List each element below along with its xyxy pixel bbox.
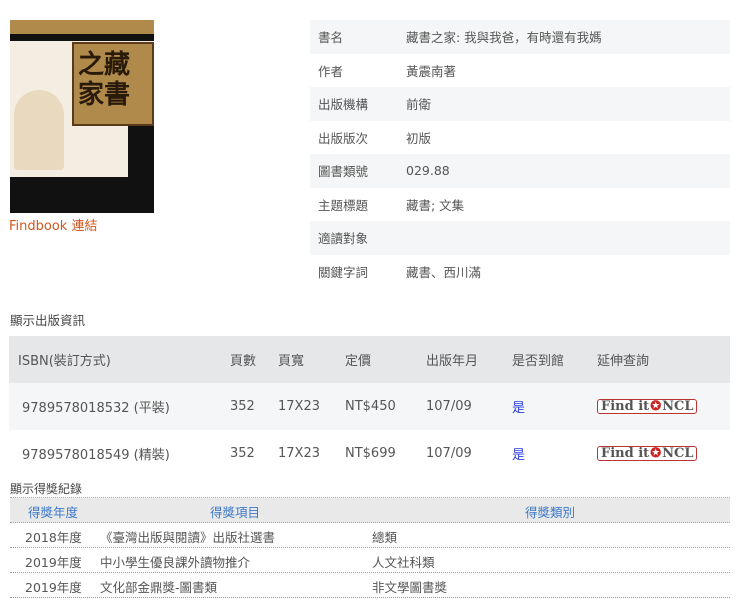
table-row: 9789578018549 (精裝) 352 17X23 NT$699 107/…	[9, 430, 730, 477]
info-row: 出版版次 初版	[310, 121, 730, 155]
table-row: 2019年度 中小學生優良課外讀物推介 人文社科類	[10, 548, 730, 573]
pub-date: 107/09	[426, 446, 472, 461]
cover-illustration	[14, 90, 64, 170]
isbn: 9789578018549 (精裝)	[22, 448, 170, 463]
publication-section-toggle[interactable]: 顯示出版資訊	[10, 310, 85, 329]
ncl-logo-icon: ✪	[650, 399, 662, 414]
table-row: 2019年度 文化部金鼎獎-圖書類 非文學圖書獎	[10, 573, 730, 598]
col-header: 頁寬	[278, 354, 305, 369]
award-item: 文化部金鼎獎-圖書類	[100, 580, 218, 595]
book-info-table: 書名 藏書之家: 我與我爸，有時還有我媽 作者 黃震南著 出版機構 前衛 出版版次 初版…	[310, 20, 730, 288]
pages: 352	[230, 446, 255, 461]
availability-link[interactable]: 是	[512, 397, 525, 416]
col-header: 是否到館	[512, 354, 565, 369]
col-header: 定價	[345, 354, 372, 369]
info-row: 作者 黃震南著	[310, 54, 730, 88]
award-category: 人文社科類	[372, 555, 435, 570]
award-year: 2018年度	[25, 530, 82, 545]
info-label: 圖書類號	[318, 164, 369, 180]
cover-panel	[128, 126, 154, 178]
info-label: 出版版次	[318, 130, 369, 146]
info-row: 適讀對象	[310, 221, 730, 255]
price: NT$450	[345, 399, 396, 414]
award-item: 中小學生優良課外讀物推介	[100, 555, 251, 570]
cover-title: 之藏 家書	[72, 42, 154, 126]
info-label: 適讀對象	[318, 231, 369, 247]
col-header: 延伸查詢	[597, 354, 650, 369]
info-value: 藏書之家: 我與我爸，有時還有我媽	[406, 30, 602, 46]
pages: 352	[230, 399, 255, 414]
table-row: 9789578018532 (平裝) 352 17X23 NT$450 107/…	[9, 383, 730, 430]
info-value: 前衛	[406, 97, 432, 113]
ncl-text: Find it	[601, 399, 650, 414]
col-header: 得獎年度	[28, 505, 79, 520]
info-label: 作者	[318, 63, 344, 79]
info-value: 藏書; 文集	[406, 197, 465, 213]
pub-date: 107/09	[426, 399, 472, 414]
info-row: 圖書類號 029.88	[310, 154, 730, 188]
findbook-link[interactable]: Findbook 連結	[9, 215, 97, 234]
info-row: 書名 藏書之家: 我與我爸，有時還有我媽	[310, 20, 730, 54]
cover-band	[10, 20, 154, 34]
col-header: 得獎項目	[210, 505, 261, 520]
award-item: 《臺灣出版與閱讀》出版社選書	[100, 530, 276, 545]
info-label: 書名	[318, 30, 344, 46]
table-row: 2018年度 《臺灣出版與閱讀》出版社選書 總類	[10, 523, 730, 548]
find-it-ncl-button[interactable]: Find it ✪ NCL	[597, 399, 698, 414]
award-category: 非文學圖書獎	[372, 580, 448, 595]
info-value: 029.88	[406, 163, 450, 179]
info-value: 初版	[406, 130, 432, 146]
price: NT$699	[345, 446, 396, 461]
col-header: 出版年月	[426, 354, 479, 369]
size: 17X23	[278, 399, 320, 414]
award-year: 2019年度	[25, 580, 82, 595]
info-row: 關鍵字詞 藏書、西川滿	[310, 255, 730, 289]
ncl-text: NCL	[662, 446, 694, 461]
cover-bar	[10, 34, 154, 41]
book-cover-image[interactable]: 之藏 家書	[10, 20, 154, 213]
ncl-text: Find it	[601, 446, 650, 461]
publication-header-row: ISBN(裝訂方式) 頁數 頁寬 定價 出版年月 是否到館 延伸查詢	[9, 336, 730, 383]
info-label: 主題標題	[318, 197, 369, 213]
ncl-text: NCL	[662, 399, 694, 414]
award-category: 總類	[372, 530, 398, 545]
info-value: 藏書、西川滿	[406, 264, 482, 280]
col-header: 得獎類別	[525, 505, 576, 520]
ncl-logo-icon: ✪	[650, 446, 662, 461]
col-header: ISBN(裝訂方式)	[18, 354, 111, 369]
info-label: 出版機構	[318, 97, 369, 113]
info-value: 黃震南著	[406, 63, 457, 79]
publication-table: ISBN(裝訂方式) 頁數 頁寬 定價 出版年月 是否到館 延伸查詢 97895…	[9, 336, 730, 477]
cover-bottom	[10, 177, 154, 213]
size: 17X23	[278, 446, 320, 461]
info-row: 出版機構 前衛	[310, 87, 730, 121]
availability-link[interactable]: 是	[512, 444, 525, 463]
awards-header-row: 得獎年度 得獎項目 得獎類別	[10, 498, 730, 523]
awards-table: 得獎年度 得獎項目 得獎類別 2018年度 《臺灣出版與閱讀》出版社選書 總類 …	[10, 497, 730, 598]
isbn: 9789578018532 (平裝)	[22, 401, 170, 416]
award-year: 2019年度	[25, 555, 82, 570]
col-header: 頁數	[230, 354, 257, 369]
awards-section-toggle[interactable]: 顯示得獎紀錄	[10, 480, 82, 497]
info-label: 關鍵字詞	[318, 264, 369, 280]
find-it-ncl-button[interactable]: Find it ✪ NCL	[597, 446, 698, 461]
info-row: 主題標題 藏書; 文集	[310, 188, 730, 222]
